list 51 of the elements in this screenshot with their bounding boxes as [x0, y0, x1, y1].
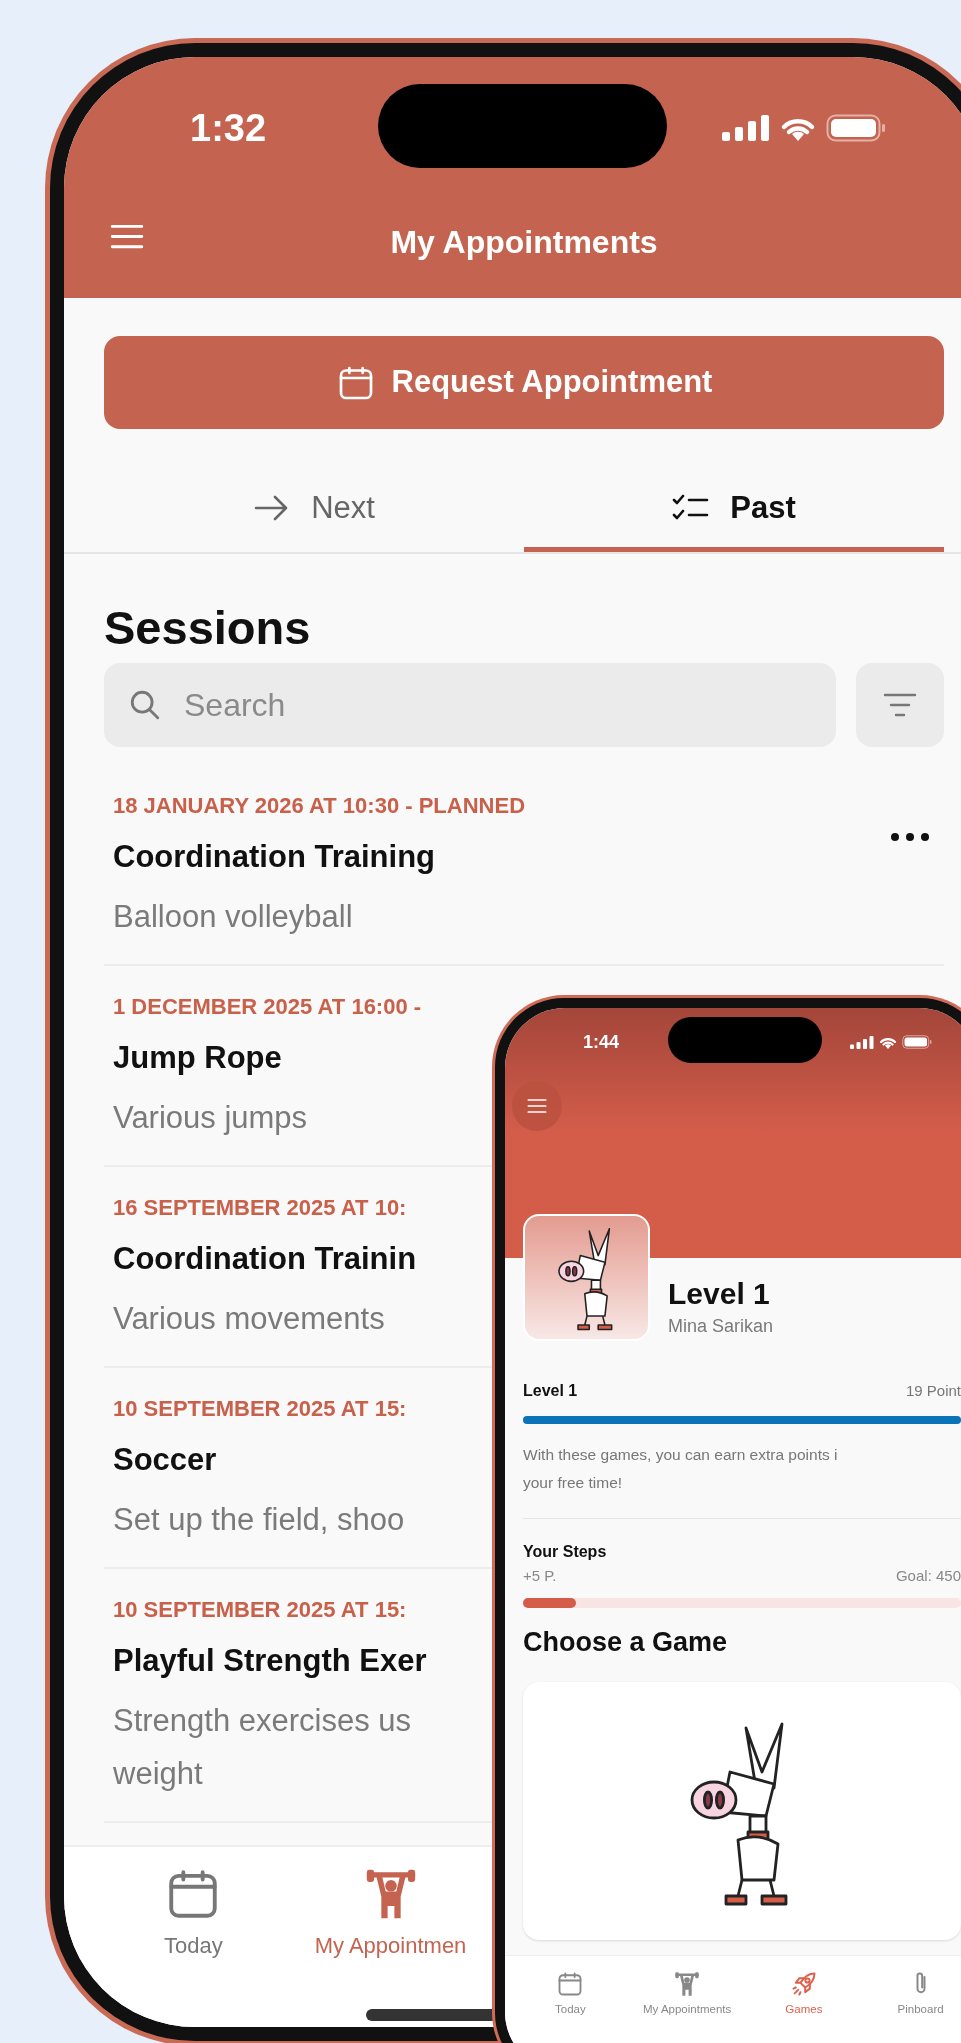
profile-level: Level 1: [668, 1276, 771, 1312]
nav-tab[interactable]: Today: [512, 1970, 629, 2030]
nav-tab[interactable]: Pinboard: [862, 1970, 961, 2030]
session-date: 16 SEPTEMBER 2025 AT 10:: [112, 1194, 407, 1222]
menu-icon[interactable]: [110, 223, 144, 251]
weightlifter-icon: [673, 1970, 702, 1998]
session-description: Set up the field, shoo: [112, 1501, 405, 1539]
session-description: Strength exercises us weight: [112, 1702, 412, 1793]
search-field[interactable]: Search: [104, 663, 836, 747]
nav-tab[interactable]: My Appointmen: [314, 1865, 467, 1965]
battery-icon: [902, 1035, 932, 1049]
steps-label: Your Steps: [523, 1542, 608, 1562]
status-time: 1:32: [190, 105, 267, 151]
section-heading: Sessions: [104, 599, 312, 656]
section-heading: Choose a Game: [523, 1626, 729, 1659]
session-description: Various jumps: [112, 1099, 308, 1137]
session-title: Coordination Training: [112, 838, 436, 876]
nav-tab[interactable]: Today: [164, 1865, 223, 1965]
tab[interactable]: Next: [104, 469, 524, 552]
games-description: With these games, you can earn extra points i your free time!: [523, 1441, 961, 1519]
level-label: Level 1: [523, 1381, 578, 1401]
screen-title: My Appointments: [390, 222, 658, 262]
steps-points: +5 P.: [523, 1565, 557, 1586]
request-appointment-button[interactable]: Request Appointment: [104, 336, 944, 429]
session-title: Jump Rope: [112, 1039, 282, 1077]
signal-icon: [850, 1035, 874, 1049]
session-title: Coordination Trainin: [112, 1240, 417, 1278]
session-date: 1 DECEMBER 2025 AT 16:00 -: [112, 993, 422, 1021]
battery-icon: [826, 114, 886, 142]
session-title: Playful Strength Exer: [112, 1642, 427, 1680]
nav-tab[interactable]: My Appointments: [628, 1970, 746, 2030]
status-time: 1:44: [583, 1030, 620, 1054]
tab[interactable]: Past: [524, 469, 944, 552]
session-date: 10 SEPTEMBER 2025 AT 15:: [112, 1596, 407, 1624]
session-description: Balloon volleyball: [112, 898, 353, 936]
session-date: 18 JANUARY 2026 AT 10:30 - PLANNED: [112, 792, 526, 820]
menu-button[interactable]: [512, 1081, 562, 1131]
session-title: Soccer: [112, 1441, 217, 1479]
profile-name: Mina Sarikan: [668, 1315, 774, 1338]
signal-icon: [722, 115, 770, 141]
nav-tab[interactable]: Games: [745, 1970, 863, 2030]
steps-goal: Goal: 450: [895, 1565, 961, 1586]
search-icon: [128, 688, 162, 722]
menu-icon: [527, 1098, 547, 1114]
more-icon: [890, 832, 930, 842]
filter-icon: [883, 692, 917, 718]
session-date: 10 SEPTEMBER 2025 AT 15:: [112, 1395, 407, 1423]
points-label: 19 Point: [905, 1380, 961, 1401]
game-card[interactable]: [523, 1682, 961, 1940]
wifi-icon: [879, 1035, 897, 1049]
session-description: Various movements: [112, 1300, 385, 1338]
